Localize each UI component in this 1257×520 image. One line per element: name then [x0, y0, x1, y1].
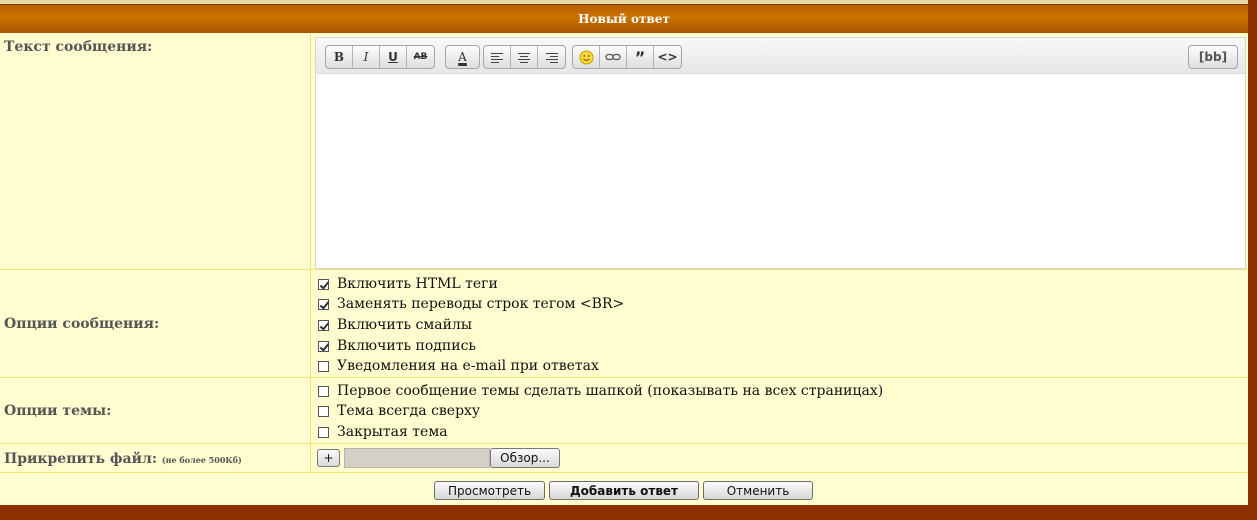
option-pin-first-post-label: Первое сообщение темы сделать шапкой (по…	[337, 383, 884, 399]
italic-button[interactable]: I	[353, 46, 380, 68]
option-smilies-label: Включить смайлы	[337, 317, 472, 333]
option-email-notify-label: Уведомления на e-mail при ответах	[337, 358, 599, 374]
checkbox-html[interactable]	[318, 278, 329, 290]
strikethrough-button[interactable]: AB	[407, 46, 434, 68]
attach-label-wrap: Прикрепить файл: (не более 500Кб)	[0, 444, 311, 472]
link-icon	[605, 53, 621, 61]
add-file-button[interactable]: +	[317, 449, 340, 467]
browse-button[interactable]: Обзор...	[490, 448, 560, 468]
editor-toolbar: B I U AB A ” <> [bb]	[316, 38, 1245, 74]
message-options-label: Опции сообщения:	[0, 270, 311, 377]
option-html[interactable]: Включить HTML теги	[318, 274, 498, 294]
underline-button[interactable]: U	[380, 46, 407, 68]
option-signature[interactable]: Включить подпись	[318, 336, 476, 356]
align-left-icon	[491, 52, 503, 63]
checkbox-email-notify[interactable]	[318, 360, 329, 372]
font-color-button[interactable]: A	[446, 46, 479, 68]
option-signature-label: Включить подпись	[337, 338, 477, 354]
link-button[interactable]	[600, 46, 627, 68]
checkbox-br[interactable]	[318, 298, 329, 310]
option-sticky[interactable]: Тема всегда сверху	[318, 401, 480, 421]
topic-options-row: Опции темы: Первое сообщение темы сделат…	[0, 378, 1248, 444]
cancel-button[interactable]: Отменить	[703, 481, 813, 500]
reply-form: Новый ответ Текст сообщения: B I U AB A	[0, 0, 1248, 505]
bold-button[interactable]: B	[326, 46, 353, 68]
preview-button[interactable]: Просмотреть	[434, 481, 545, 500]
code-button[interactable]: <>	[654, 46, 681, 68]
topic-options-label: Опции темы:	[0, 378, 311, 443]
checkbox-sticky[interactable]	[318, 405, 329, 417]
align-right-button[interactable]	[538, 46, 565, 68]
align-center-icon	[518, 52, 530, 63]
align-center-button[interactable]	[511, 46, 538, 68]
message-options-row: Опции сообщения: Включить HTML теги Заме…	[0, 270, 1248, 378]
checkbox-signature[interactable]	[318, 340, 329, 352]
option-br-label: Заменять переводы строк тегом <BR>	[337, 296, 625, 312]
option-pin-first-post[interactable]: Первое сообщение темы сделать шапкой (по…	[318, 381, 883, 401]
attach-row: Прикрепить файл: (не более 500Кб) + Обзо…	[0, 444, 1248, 473]
align-group	[483, 45, 566, 69]
option-br[interactable]: Заменять переводы строк тегом <BR>	[318, 294, 624, 314]
option-email-notify[interactable]: Уведомления на e-mail при ответах	[318, 356, 599, 376]
quote-button[interactable]: ”	[627, 46, 654, 68]
option-sticky-label: Тема всегда сверху	[337, 403, 481, 419]
file-path-input[interactable]	[344, 448, 490, 468]
bbcode-toggle-button[interactable]: [bb]	[1188, 45, 1238, 69]
option-closed[interactable]: Закрытая тема	[318, 422, 448, 442]
format-group: B I U AB	[325, 45, 435, 69]
attach-size-note: (не более 500Кб)	[161, 455, 242, 465]
checkbox-closed[interactable]	[318, 426, 329, 438]
checkbox-pin-first-post[interactable]	[318, 385, 329, 397]
checkbox-smilies[interactable]	[318, 319, 329, 331]
smiley-button[interactable]	[573, 46, 600, 68]
message-editor: B I U AB A ” <> [bb]	[315, 37, 1246, 269]
attach-label: Прикрепить файл:	[4, 451, 158, 467]
option-closed-label: Закрытая тема	[337, 424, 448, 440]
align-right-icon	[545, 52, 558, 63]
insert-group: ” <>	[572, 45, 682, 69]
smiley-icon	[579, 50, 593, 64]
color-group: A	[445, 45, 480, 69]
align-left-button[interactable]	[484, 46, 511, 68]
submit-reply-button[interactable]: Добавить ответ	[549, 481, 699, 500]
message-label: Текст сообщения:	[0, 33, 311, 269]
message-row: Текст сообщения: B I U AB A ” <> [bb]	[0, 33, 1248, 270]
message-textarea[interactable]	[316, 74, 1245, 268]
form-title: Новый ответ	[0, 4, 1248, 33]
option-html-label: Включить HTML теги	[337, 276, 498, 292]
option-smilies[interactable]: Включить смайлы	[318, 315, 472, 335]
